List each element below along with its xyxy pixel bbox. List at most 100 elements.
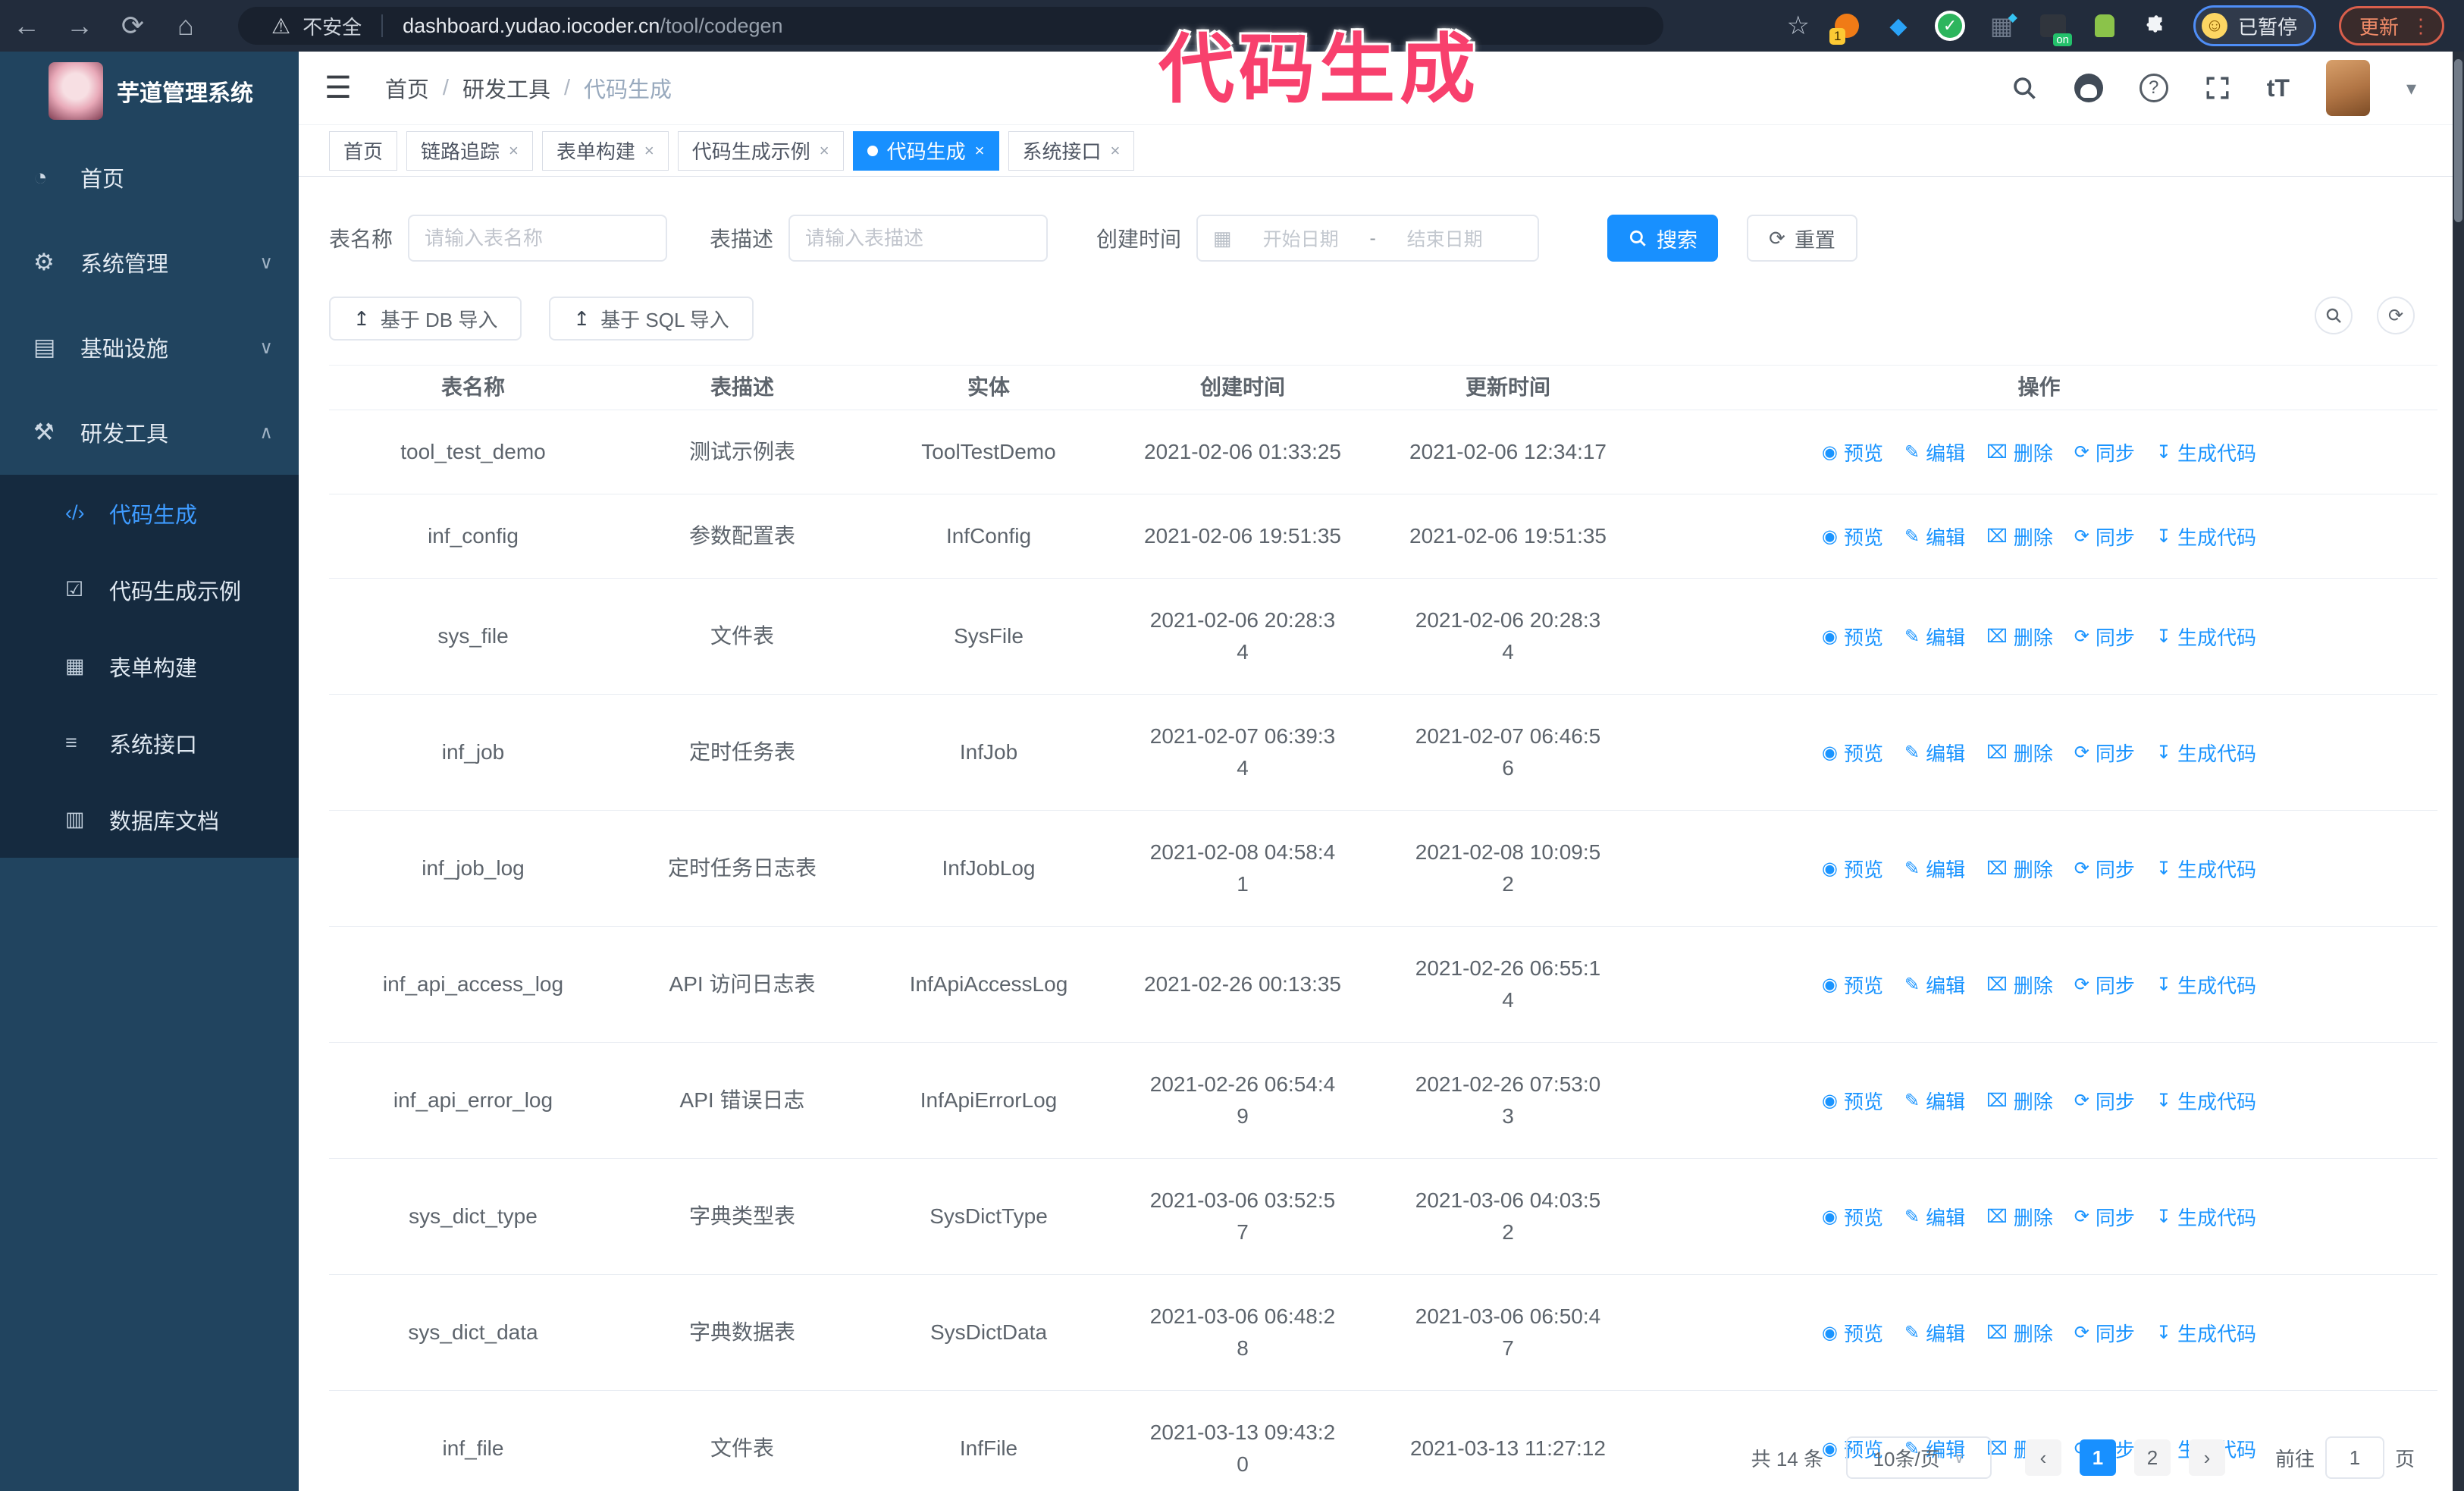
action-generate-link[interactable]: ↧ 生成代码 [2156,623,2256,651]
profile-paused-badge[interactable]: ☺ 已暂停 [2193,5,2316,46]
action-generate-link[interactable]: ↧ 生成代码 [2156,523,2256,551]
forward-icon[interactable]: → [53,10,106,42]
back-icon[interactable]: ← [0,10,53,42]
tab-codegen[interactable]: 代码生成 × [852,130,999,171]
user-avatar[interactable] [2325,60,2370,116]
tab-tracing[interactable]: 链路追踪 × [406,130,533,171]
action-preview-link[interactable]: ◉ 预览 [1822,855,1883,883]
page-size-select[interactable]: 10条/页 ∨ [1845,1436,1992,1479]
action-delete-link[interactable]: ⌧删除 [1986,523,2053,551]
logo[interactable]: 芋道管理系统 [0,52,299,130]
sidebar-item-codegen-example[interactable]: ☑ 代码生成示例 [0,551,299,628]
sidebar-item-codegen[interactable]: ‹/› 代码生成 [0,475,299,551]
extension-on-icon[interactable]: on [2039,11,2072,46]
start-date-placeholder[interactable]: 开始日期 [1244,224,1358,252]
search-button[interactable]: 搜索 [1607,215,1719,262]
action-preview-link[interactable]: ◉ 预览 [1822,971,1883,999]
breadcrumb-home[interactable]: 首页 [385,72,429,104]
next-page-button[interactable]: › [2188,1439,2225,1476]
action-generate-link[interactable]: ↧ 生成代码 [2156,1087,2256,1115]
action-sync-link[interactable]: ⟳ 同步 [2074,438,2135,466]
action-edit-link[interactable]: ✎ 编辑 [1904,971,1965,999]
tab-home[interactable]: 首页 [329,130,398,171]
font-size-icon[interactable]: tT [2267,74,2290,102]
action-sync-link[interactable]: ⟳ 同步 [2074,623,2135,651]
action-delete-link[interactable]: ⌧删除 [1986,971,2053,999]
action-edit-link[interactable]: ✎ 编辑 [1904,438,1965,466]
sidebar-item-system-api[interactable]: ≡ 系统接口 [0,705,299,781]
action-preview-link[interactable]: ◉ 预览 [1822,438,1883,466]
action-edit-link[interactable]: ✎ 编辑 [1904,1319,1965,1347]
action-generate-link[interactable]: ↧ 生成代码 [2156,1319,2256,1347]
action-edit-link[interactable]: ✎ 编辑 [1904,1203,1965,1231]
db-import-button[interactable]: ↥ 基于 DB 导入 [329,297,522,341]
sidebar-item-dev-tools[interactable]: ⚒ 研发工具 ∧ [0,390,299,475]
action-edit-link[interactable]: ✎ 编辑 [1904,739,1965,767]
action-delete-link[interactable]: ⌧删除 [1986,438,2053,466]
sidebar-item-home[interactable]: ◔ 首页 [0,135,299,220]
table-desc-input[interactable] [788,215,1049,262]
reload-icon[interactable]: ⟳ [106,10,159,42]
action-preview-link[interactable]: ◉ 预览 [1822,623,1883,651]
action-preview-link[interactable]: ◉ 预览 [1822,739,1883,767]
action-delete-link[interactable]: ⌧删除 [1986,855,2053,883]
action-preview-link[interactable]: ◉ 预览 [1822,1087,1883,1115]
action-edit-link[interactable]: ✎ 编辑 [1904,1087,1965,1115]
page-button-1[interactable]: 1 [2079,1439,2116,1476]
sidebar-item-form-builder[interactable]: ▦ 表单构建 [0,628,299,705]
extension-walker-icon[interactable] [2090,11,2119,40]
reset-button[interactable]: ⟳ 重置 [1747,215,1858,262]
end-date-placeholder[interactable]: 结束日期 [1388,224,1502,252]
sidebar-item-system-management[interactable]: ⚙ 系统管理 ∨ [0,220,299,305]
sidebar-item-database-doc[interactable]: ▥ 数据库文档 [0,781,299,858]
action-edit-link[interactable]: ✎ 编辑 [1904,623,1965,651]
github-icon[interactable] [2074,74,2103,102]
table-name-input[interactable] [408,215,668,262]
action-generate-link[interactable]: ↧ 生成代码 [2156,855,2256,883]
action-sync-link[interactable]: ⟳ 同步 [2074,971,2135,999]
action-delete-link[interactable]: ⌧删除 [1986,1087,2053,1115]
action-sync-link[interactable]: ⟳ 同步 [2074,523,2135,551]
close-icon[interactable]: × [820,141,829,161]
action-preview-link[interactable]: ◉ 预览 [1822,1319,1883,1347]
help-icon[interactable]: ? [2139,74,2168,102]
prev-page-button[interactable]: ‹ [2024,1439,2061,1476]
action-sync-link[interactable]: ⟳ 同步 [2074,855,2135,883]
sql-import-button[interactable]: ↥ 基于 SQL 导入 [549,297,754,341]
action-generate-link[interactable]: ↧ 生成代码 [2156,1203,2256,1231]
search-icon[interactable] [2011,74,2038,102]
toggle-search-button[interactable] [2315,297,2353,334]
extension-check-icon[interactable]: ✓ [1936,11,1964,40]
action-edit-link[interactable]: ✎ 编辑 [1904,855,1965,883]
fullscreen-icon[interactable] [2205,75,2230,101]
action-sync-link[interactable]: ⟳ 同步 [2074,1319,2135,1347]
tab-form-builder[interactable]: 表单构建 × [541,130,669,171]
action-sync-link[interactable]: ⟳ 同步 [2074,1203,2135,1231]
close-icon[interactable]: × [1111,141,1121,161]
sidebar-item-infrastructure[interactable]: ▤ 基础设施 ∨ [0,305,299,390]
extensions-puzzle-icon[interactable] [2142,11,2171,40]
breadcrumb-dev-tools[interactable]: 研发工具 [462,72,550,104]
action-sync-link[interactable]: ⟳ 同步 [2074,1087,2135,1115]
tab-codegen-example[interactable]: 代码生成示例 × [677,130,844,171]
action-generate-link[interactable]: ↧ 生成代码 [2156,438,2256,466]
kebab-menu-icon[interactable]: ⋮ [2411,14,2431,38]
action-edit-link[interactable]: ✎ 编辑 [1904,523,1965,551]
refresh-table-button[interactable]: ⟳ [2377,297,2415,334]
close-icon[interactable]: × [509,141,519,161]
action-generate-link[interactable]: ↧ 生成代码 [2156,739,2256,767]
tab-system-api[interactable]: 系统接口 × [1008,130,1135,171]
extension-orange-icon[interactable]: 1 [1829,11,1861,45]
window-scrollbar[interactable] [2453,52,2464,1491]
page-button-2[interactable]: 2 [2133,1439,2171,1476]
action-generate-link[interactable]: ↧ 生成代码 [2156,971,2256,999]
browser-update-button[interactable]: 更新 ⋮ [2338,6,2444,46]
action-delete-link[interactable]: ⌧删除 [1986,739,2053,767]
action-preview-link[interactable]: ◉ 预览 [1822,523,1883,551]
date-range-picker[interactable]: ▦ 开始日期 - 结束日期 [1196,215,1540,262]
scrollbar-thumb[interactable] [2454,59,2462,222]
extension-diamond-icon[interactable]: ◆ [1884,11,1913,40]
close-icon[interactable]: × [644,141,654,161]
avatar-caret-icon[interactable]: ▾ [2406,77,2416,100]
home-icon[interactable]: ⌂ [159,10,212,42]
